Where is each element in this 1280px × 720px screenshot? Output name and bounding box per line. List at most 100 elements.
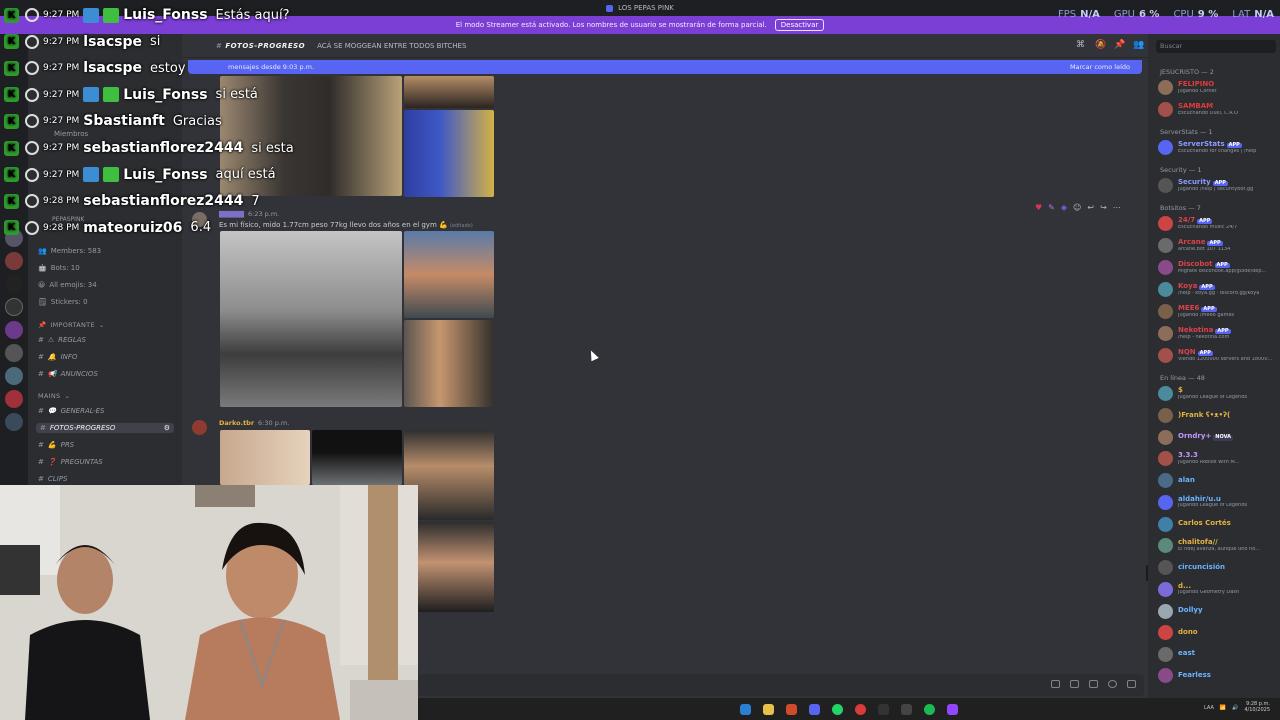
member-item[interactable]: NQN APP Viendo 1200000 servers and 18000..… <box>1158 348 1272 363</box>
server-icon[interactable] <box>5 321 23 339</box>
message-header: Darko.tbr 6:30 p.m. <box>219 419 289 427</box>
channel-anuncios[interactable]: # 📢 ANUNCIOS <box>38 370 98 378</box>
forward-icon[interactable]: ↪ <box>1100 203 1107 212</box>
more-icon[interactable]: ⋯ <box>1113 203 1121 212</box>
message-image[interactable] <box>418 522 494 612</box>
member-item[interactable]: circuncisión <box>1158 560 1225 575</box>
member-name-text: east <box>1178 649 1195 658</box>
language-indicator[interactable]: LAA <box>1204 705 1214 711</box>
spotify-icon[interactable] <box>924 703 935 715</box>
app-icon[interactable] <box>878 703 889 715</box>
twitch-icon[interactable] <box>947 703 958 715</box>
member-item[interactable]: Koya APP/help · koya.gg · discord.gg/koya <box>1158 282 1259 297</box>
member-info: circuncisión <box>1178 563 1225 571</box>
settings-icon[interactable]: ⚙ <box>164 424 170 432</box>
heart-icon[interactable]: ♥ <box>1035 203 1042 212</box>
server-icon[interactable] <box>5 298 23 316</box>
channel-fotos-progreso[interactable]: # FOTOS-PROGRESO ⚙ <box>36 423 174 433</box>
whatsapp-icon[interactable] <box>832 703 843 715</box>
member-item[interactable]: Security APP Jugando /help | securitybot.g… <box>1158 178 1253 193</box>
message-image[interactable] <box>220 231 402 407</box>
member-item[interactable]: Dollyy <box>1158 603 1203 619</box>
server-icon[interactable] <box>5 367 23 385</box>
webcam-feed <box>0 485 418 720</box>
message-author[interactable]: Darko.tbr <box>219 419 254 427</box>
deactivate-streamer-button[interactable]: Desactivar <box>774 19 825 31</box>
discord-icon[interactable] <box>809 703 820 715</box>
channel-reglas[interactable]: # ⚠ REGLAS <box>38 336 86 344</box>
clock[interactable]: 9:28 p.m. 4/10/2025 <box>1244 701 1270 713</box>
member-item[interactable]: alan <box>1158 473 1195 488</box>
message-image[interactable] <box>220 430 310 485</box>
channel-general-es[interactable]: # 💬 GENERAL-ES <box>38 407 105 415</box>
member-item[interactable]: east <box>1158 646 1195 662</box>
add-reaction-icon[interactable]: ☺ <box>1073 203 1081 212</box>
avatar <box>1158 451 1173 466</box>
category-mains[interactable]: MAINS ⌄ <box>38 392 70 400</box>
wifi-icon[interactable]: 📶 <box>1220 705 1226 711</box>
server-icon[interactable] <box>5 413 23 431</box>
channel-clips[interactable]: # CLIPS <box>38 475 67 483</box>
overlay-username: mateoruiz06 <box>83 219 183 236</box>
member-item[interactable]: Carlos Cortés <box>1158 516 1231 532</box>
member-item[interactable]: )Frank ʕ•ᴥ•ʔ( <box>1158 408 1230 423</box>
category-importante[interactable]: 📌 IMPORTANTE ⌄ <box>38 321 105 329</box>
gift-icon[interactable] <box>1051 680 1060 688</box>
member-item[interactable]: Orndry+ NOVA <box>1158 429 1233 445</box>
reaction-icon[interactable]: ◈ <box>1061 203 1067 212</box>
message-composer[interactable] <box>418 674 1144 696</box>
members-list-icon[interactable]: 👥 <box>1133 41 1144 50</box>
mark-as-read-button[interactable]: Marcar como leído <box>1070 63 1130 71</box>
member-status: Jugando Cornet <box>1178 88 1217 94</box>
server-icon[interactable] <box>5 390 23 408</box>
app-icon[interactable] <box>901 703 912 715</box>
member-item[interactable]: SAMBAM Escuchando Duki, C.R.O <box>1158 102 1238 117</box>
member-search-input[interactable]: Buscar <box>1156 40 1276 53</box>
member-item[interactable]: MEE6 APP Jugando /mee6 games <box>1158 304 1234 319</box>
member-name-text: chalitofa// <box>1178 538 1218 547</box>
member-item[interactable]: $ Jugando League of Legends <box>1158 386 1247 401</box>
channel-prs[interactable]: # 💪 PRS <box>38 441 74 449</box>
member-item[interactable]: dono <box>1158 625 1198 640</box>
brave-browser-icon[interactable] <box>786 703 797 715</box>
avatar[interactable] <box>192 420 207 435</box>
sticker-icon[interactable] <box>1089 680 1098 688</box>
reply-icon[interactable]: ↩ <box>1087 203 1094 212</box>
message-image[interactable] <box>404 320 494 407</box>
overlay-username: Luis_Fonss <box>123 166 208 183</box>
member-item[interactable]: 3.3.3 Jugando Roblox with M... <box>1158 451 1239 466</box>
file-explorer-icon[interactable] <box>763 703 774 715</box>
member-item[interactable]: FELIPINO Jugando Cornet <box>1158 80 1217 95</box>
gif-icon[interactable] <box>1070 680 1079 688</box>
channel-preguntas[interactable]: # ❓ PREGUNTAS <box>38 458 103 466</box>
server-icon[interactable] <box>5 252 23 270</box>
member-name-text: Carlos Cortés <box>1178 519 1231 528</box>
chrome-icon[interactable] <box>855 703 866 715</box>
apps-icon[interactable] <box>1127 680 1136 688</box>
reaction-icon[interactable]: ✎ <box>1048 203 1055 212</box>
member-item[interactable]: Nekotina APP/help - nekotina.com <box>1158 326 1231 341</box>
emoji-icon[interactable] <box>1108 680 1117 688</box>
channel-info[interactable]: # 🔔 INFO <box>38 353 77 361</box>
member-item[interactable]: 24/7 APP Escuchando music 24/7 <box>1158 216 1237 231</box>
server-icon[interactable] <box>5 344 23 362</box>
member-item[interactable]: chalitofa//El ndej avanza, aunque uno no… <box>1158 538 1260 553</box>
member-name-text: FELIPINO <box>1178 80 1215 89</box>
member-status: Jugando Roblox with M... <box>1178 459 1240 465</box>
member-item[interactable]: ServerStats APP Escuchando for changes | /… <box>1158 140 1256 155</box>
member-status: Jugando /mee6 games <box>1178 312 1235 318</box>
pin-icon[interactable]: 📌 <box>1114 41 1125 50</box>
member-item[interactable]: Fearless <box>1158 668 1211 683</box>
message-image[interactable] <box>312 430 402 485</box>
member-item[interactable]: aldahir/u.u Jugando League of Legends <box>1158 494 1247 510</box>
server-icon[interactable] <box>5 275 23 293</box>
threads-icon[interactable]: ⌘ <box>1076 41 1085 50</box>
member-item[interactable]: d... Jugando Geometry Dash <box>1158 581 1239 597</box>
notification-bell-icon[interactable]: 🔕 <box>1095 41 1106 50</box>
start-icon[interactable] <box>740 703 751 715</box>
member-name-text: MEE6 <box>1178 304 1200 313</box>
volume-icon[interactable]: 🔊 <box>1232 705 1238 711</box>
avatar <box>1158 102 1173 117</box>
member-item[interactable]: Discobot APP Migrate discohook.app/guide/d… <box>1158 260 1266 275</box>
member-item[interactable]: Arcane APP arcane.bot 107 1134 <box>1158 238 1230 253</box>
